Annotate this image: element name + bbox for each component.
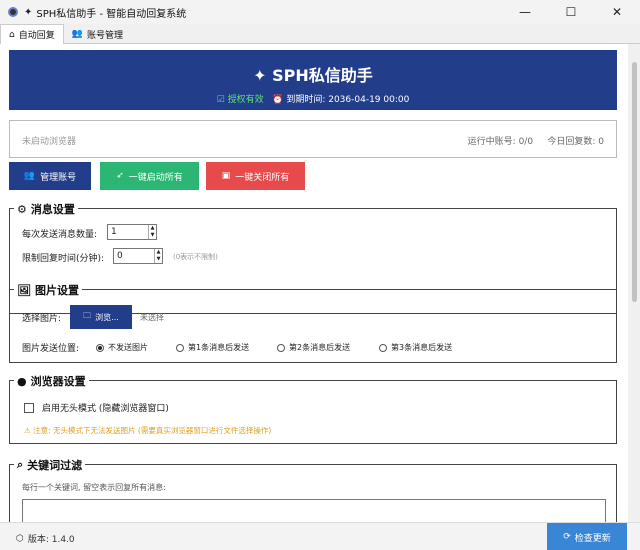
message-count-value: 1	[111, 227, 117, 237]
group-title-text: 消息设置	[30, 203, 75, 216]
folder-icon: 🗀	[83, 311, 92, 320]
radio-dot	[277, 343, 285, 352]
close-button[interactable]: ✕	[594, 0, 640, 24]
radio-after-third[interactable]: 第3条消息后发送	[379, 342, 452, 353]
message-count-label: 每次发送消息数量:	[22, 230, 98, 240]
reply-time-limit-label: 限制回复时间(分钟):	[22, 254, 105, 264]
today-replies: 今日回复数: 0	[547, 137, 604, 147]
radio-after-second[interactable]: 第2条消息后发送	[277, 342, 350, 353]
spin-arrows[interactable]: ▲ ▼	[148, 225, 156, 239]
version-info: ⬡ 版本: 1.4.0	[16, 532, 75, 546]
tab-label: 账号管理	[86, 30, 123, 41]
group-title-text: 关键词过滤	[27, 459, 83, 472]
reply-time-limit-value: 0	[117, 251, 123, 261]
warning-text: 注意: 无头模式下无法发送图片 (需要真实浏览器窗口进行文件选择操作)	[33, 426, 272, 435]
radio-dot	[96, 343, 104, 352]
radio-label: 第1条消息后发送	[188, 343, 250, 352]
alarm-icon: ⏰	[272, 95, 284, 105]
close-all-label: 一键关闭所有	[235, 172, 290, 183]
message-settings-title: ⚙ 消息设置	[14, 201, 78, 217]
license-status: 授权有效	[227, 95, 264, 105]
manage-accounts-button[interactable]: 👥 管理账号	[9, 162, 91, 190]
headless-checkbox[interactable]: 启用无头模式 (隐藏浏览器窗口)	[24, 401, 169, 414]
window-title: SPH私信助手 - 智能自动回复系统	[36, 8, 187, 20]
spin-arrows[interactable]: ▲ ▼	[154, 249, 162, 263]
radio-label: 第2条消息后发送	[289, 343, 351, 352]
message-count-spinbox[interactable]: 1 ▲ ▼	[107, 224, 157, 240]
expiry-date: 到期时间: 2036-04-19 00:00	[286, 95, 410, 105]
start-all-button[interactable]: ➶ 一键启动所有	[100, 162, 199, 190]
start-all-label: 一键启动所有	[128, 172, 183, 183]
app-icon	[8, 7, 18, 17]
reply-time-limit-hint: (0表示不限制)	[173, 253, 218, 261]
tab-label: 自动回复	[18, 31, 55, 41]
status-counts: 运行中账号: 0/0 今日回复数: 0	[468, 134, 604, 147]
keyword-textarea[interactable]	[22, 499, 606, 522]
image-settings-group: 🖼 图片设置 选择图片: 🗀 浏览... 未选择 图片发送位置: 不发送图片 第…	[9, 282, 617, 363]
radio-after-first[interactable]: 第1条消息后发送	[176, 342, 249, 353]
maximize-button[interactable]: ☐	[548, 0, 594, 24]
image-settings-title: 🖼 图片设置	[14, 282, 82, 298]
choose-image-label: 选择图片:	[22, 314, 62, 324]
window-close-icon: ▣	[221, 171, 231, 181]
title-bar: ✦ SPH私信助手 - 智能自动回复系统 — ☐ ✕	[0, 0, 640, 24]
home-icon: ⌂	[9, 29, 15, 40]
globe-icon: ●	[17, 374, 27, 388]
radio-dot	[176, 343, 184, 352]
group-title-text: 图片设置	[34, 284, 79, 297]
radio-dot	[379, 343, 387, 352]
keyword-filter-group: ⌕ 关键词过滤 每行一个关键词, 留空表示回复所有消息:	[9, 457, 617, 522]
keyword-hint: 每行一个关键词, 留空表示回复所有消息:	[22, 483, 166, 492]
version-text: 版本: 1.4.0	[27, 535, 75, 545]
radio-label: 不发送图片	[108, 343, 148, 352]
check-icon: ☑	[216, 95, 225, 105]
status-panel: 未启动浏览器 运行中账号: 0/0 今日回复数: 0	[9, 120, 617, 158]
selected-image-status: 未选择	[140, 313, 164, 322]
browse-button[interactable]: 🗀 浏览...	[70, 305, 132, 329]
checkbox-box	[24, 402, 34, 413]
refresh-icon: ⟳	[563, 532, 571, 542]
close-all-button[interactable]: ▣ 一键关闭所有	[206, 162, 305, 190]
radio-label: 第3条消息后发送	[391, 343, 453, 352]
headless-warning: ⚠ 注意: 无头模式下无法发送图片 (需要真实浏览器窗口进行文件选择操作)	[24, 425, 271, 436]
users-icon: 👥	[71, 29, 83, 39]
scrollbar-thumb[interactable]	[632, 62, 637, 302]
minimize-button[interactable]: —	[502, 0, 548, 24]
footer-bar: ⬡ 版本: 1.4.0 ⟳ 检查更新	[0, 522, 640, 550]
main-panel: ✦ SPH私信助手 ☑ 授权有效 ⏰ 到期时间: 2036-04-19 00:0…	[0, 44, 628, 522]
package-icon: ⬡	[16, 533, 24, 544]
sparkle-icon: ✦	[253, 66, 273, 85]
manage-accounts-label: 管理账号	[40, 172, 77, 183]
browser-settings-title: ● 浏览器设置	[14, 373, 89, 389]
tab-auto-reply[interactable]: ⌂ 自动回复	[0, 24, 64, 44]
radio-no-image[interactable]: 不发送图片	[96, 342, 148, 353]
header-subtitle: ☑ 授权有效 ⏰ 到期时间: 2036-04-19 00:00	[9, 92, 617, 105]
image-icon: 🖼	[17, 283, 31, 297]
running-accounts: 运行中账号: 0/0	[467, 137, 534, 147]
browser-settings-group: ● 浏览器设置 启用无头模式 (隐藏浏览器窗口) ⚠ 注意: 无头模式下无法发送…	[9, 373, 617, 444]
browser-status: 未启动浏览器	[22, 137, 77, 147]
header-title: ✦ SPH私信助手	[9, 62, 617, 86]
users-icon: 👥	[23, 171, 36, 181]
headless-label: 启用无头模式 (隐藏浏览器窗口)	[42, 404, 169, 414]
check-update-button[interactable]: ⟳ 检查更新	[547, 523, 627, 550]
sparkle-icon: ✦	[24, 6, 33, 18]
image-position-label: 图片发送位置:	[22, 344, 80, 354]
warning-icon: ⚠	[24, 426, 34, 435]
gear-icon: ⚙	[17, 202, 27, 216]
tab-bar: ⌂ 自动回复 👥 账号管理	[0, 24, 640, 44]
rocket-icon: ➶	[116, 171, 124, 181]
keyword-filter-title: ⌕ 关键词过滤	[14, 457, 86, 473]
header-title-text: SPH私信助手	[272, 66, 373, 85]
search-icon: ⌕	[17, 458, 24, 471]
check-update-label: 检查更新	[574, 533, 611, 544]
tab-account-management[interactable]: 👥 账号管理	[64, 24, 131, 44]
app-header: ✦ SPH私信助手 ☑ 授权有效 ⏰ 到期时间: 2036-04-19 00:0…	[9, 50, 617, 110]
browse-label: 浏览...	[95, 312, 119, 322]
group-title-text: 浏览器设置	[30, 375, 86, 388]
scrollbar[interactable]	[629, 44, 640, 522]
reply-time-limit-spinbox[interactable]: 0 ▲ ▼	[113, 248, 163, 264]
